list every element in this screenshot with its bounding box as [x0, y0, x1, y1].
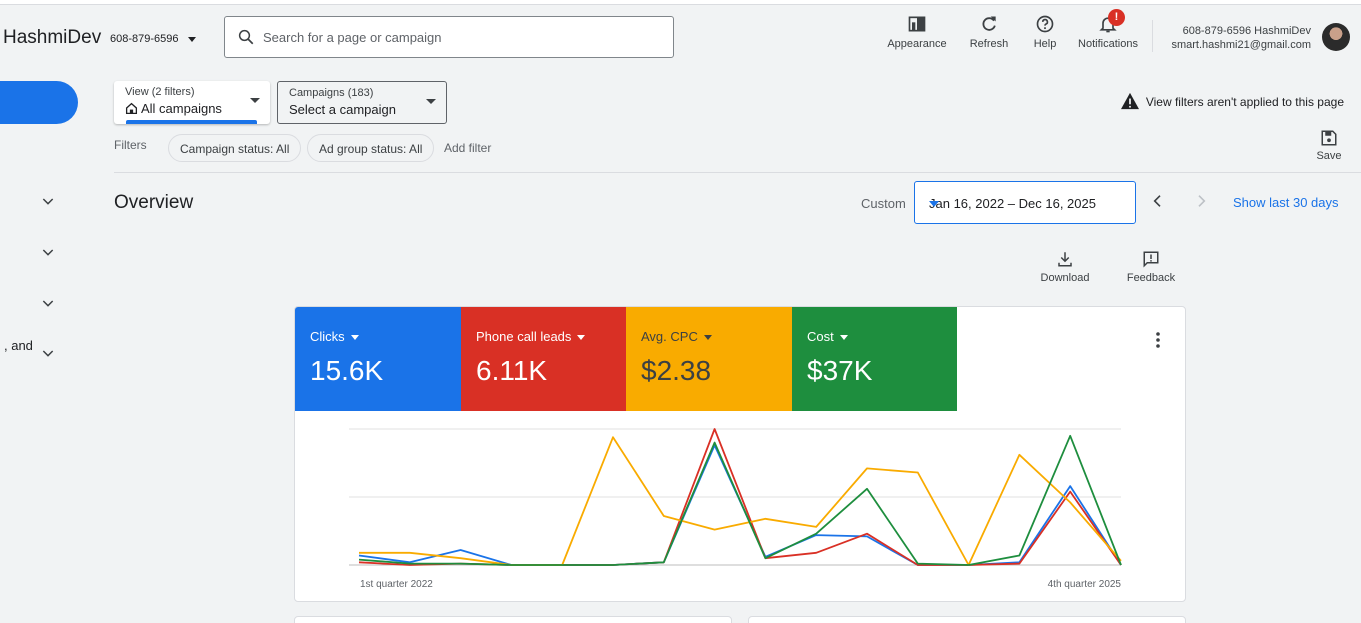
metric-label: Cost [807, 329, 834, 344]
header-divider [1152, 20, 1153, 52]
account-phone: 608-879-6596 [110, 33, 179, 45]
save-button[interactable]: Save [1313, 129, 1345, 162]
chevron-down-icon[interactable] [40, 244, 56, 265]
chevron-down-icon[interactable] [40, 345, 56, 366]
sidebar-item-label[interactable]: , and [4, 338, 33, 353]
date-range-value: Jan 16, 2022 – Dec 16, 2025 [929, 196, 1096, 211]
chevron-down-icon [426, 99, 436, 104]
view-filter-label: All campaigns [141, 101, 222, 116]
campaign-count: Campaigns (183) [289, 87, 374, 99]
view-filter-value: All campaigns [125, 101, 222, 116]
next-period-button[interactable] [1193, 193, 1209, 214]
account-email: smart.hashmi21@gmail.com [1171, 39, 1311, 51]
chevron-down-icon[interactable] [40, 295, 56, 316]
metric-label-row: Avg. CPC [641, 329, 712, 344]
account-info[interactable]: 608-879-6596 HashmiDev smart.hashmi21@gm… [1171, 24, 1311, 52]
campaign-select-dropdown[interactable]: Campaigns (183) Select a campaign [277, 81, 447, 124]
metric-value: 6.11K [476, 355, 548, 386]
metric-tile-clicks[interactable]: Clicks 15.6K [295, 307, 461, 411]
filters-label: Filters [114, 138, 147, 152]
view-filter-dropdown[interactable]: View (2 filters) All campaigns [114, 81, 270, 124]
active-indicator [126, 120, 257, 124]
refresh-button[interactable]: Refresh [965, 14, 1013, 50]
more-options-button[interactable] [1155, 331, 1161, 354]
appearance-button[interactable]: Appearance [885, 14, 949, 50]
account-name: 608-879-6596 HashmiDev [1182, 25, 1311, 37]
download-label: Download [1040, 272, 1090, 284]
x-axis-end-label: 4th quarter 2025 [1048, 579, 1122, 590]
more-vert-icon [1156, 332, 1160, 348]
filter-chip-campaign-status[interactable]: Campaign status: All [168, 134, 302, 162]
chevron-down-icon [250, 98, 260, 103]
search-icon [237, 28, 255, 51]
metric-label: Avg. CPC [641, 329, 698, 344]
account-switcher[interactable]: 608-879-6596 [110, 33, 196, 45]
filter-warning-text: View filters aren't applied to this page [1145, 95, 1344, 109]
appearance-icon [908, 16, 926, 32]
appearance-label: Appearance [887, 38, 947, 50]
refresh-label: Refresh [969, 38, 1009, 50]
series-line-0 [358, 444, 1122, 566]
metric-value: 15.6K [310, 355, 384, 386]
date-range-type: Custom [861, 196, 906, 211]
chevron-down-icon [187, 36, 196, 42]
feedback-button[interactable]: Feedback [1120, 250, 1182, 284]
metric-tile-phone-call-leads[interactable]: Phone call leads 6.11K [461, 307, 626, 411]
metric-label: Phone call leads [476, 329, 572, 344]
refresh-icon [982, 16, 996, 31]
search-input[interactable]: Search for a page or campaign [224, 16, 674, 58]
performance-line-chart: 1st quarter 2022 4th quarter 2025 [349, 428, 1122, 590]
metric-label-row: Clicks [310, 329, 359, 344]
metric-label-row: Cost [807, 329, 848, 344]
home-icon [125, 102, 138, 115]
page-title: Overview [114, 192, 194, 213]
notifications-label: Notifications [1078, 38, 1138, 50]
top-strip [0, 0, 1361, 5]
campaign-select-label: Select a campaign [289, 102, 396, 117]
chevron-down-icon[interactable] [40, 193, 56, 214]
add-filter-button[interactable]: Add filter [444, 141, 491, 155]
filter-warning: View filters aren't applied to this page [1120, 92, 1344, 110]
performance-card: Clicks 15.6K Phone call leads 6.11K Avg.… [294, 306, 1186, 602]
show-last-30-days-link[interactable]: Show last 30 days [1233, 195, 1339, 210]
metric-tile-avg-cpc[interactable]: Avg. CPC $2.38 [626, 307, 792, 411]
caret-down-icon [703, 335, 712, 341]
help-icon [1036, 15, 1054, 33]
divider [114, 172, 1361, 173]
secondary-card [748, 616, 1186, 623]
metric-label-row: Phone call leads [476, 329, 586, 344]
chevron-down-icon [929, 201, 939, 207]
warning-icon [1120, 92, 1139, 110]
avatar[interactable] [1322, 23, 1350, 51]
metric-label: Clicks [310, 329, 345, 344]
metric-tile-cost[interactable]: Cost $37K [792, 307, 957, 411]
caret-down-icon [577, 335, 586, 341]
help-label: Help [1033, 38, 1057, 50]
secondary-card [294, 616, 732, 623]
previous-period-button[interactable] [1150, 193, 1166, 214]
download-icon [1058, 252, 1072, 267]
x-axis-start-label: 1st quarter 2022 [360, 579, 433, 590]
view-filter-count: View (2 filters) [125, 86, 195, 98]
filter-chip-ad-group-status[interactable]: Ad group status: All [307, 134, 435, 162]
create-button[interactable] [0, 81, 78, 124]
metric-value: $2.38 [641, 355, 712, 386]
help-button[interactable]: Help [1027, 14, 1063, 50]
feedback-icon [1143, 251, 1159, 268]
caret-down-icon [839, 335, 848, 341]
chevron-left-icon [1153, 195, 1161, 207]
search-placeholder: Search for a page or campaign [263, 30, 442, 45]
chart-grid [349, 428, 1121, 566]
download-button[interactable]: Download [1036, 250, 1094, 284]
date-range-picker[interactable]: Jan 16, 2022 – Dec 16, 2025 [914, 181, 1136, 224]
chevron-right-icon [1198, 195, 1206, 207]
metric-value: $37K [807, 355, 873, 386]
feedback-label: Feedback [1126, 272, 1176, 284]
save-icon [1321, 130, 1337, 146]
series-line-3 [358, 434, 1122, 566]
notification-badge: ! [1108, 9, 1125, 26]
caret-down-icon [350, 335, 359, 341]
account-brand-name[interactable]: HashmiDev [3, 27, 101, 49]
save-label: Save [1316, 150, 1342, 162]
